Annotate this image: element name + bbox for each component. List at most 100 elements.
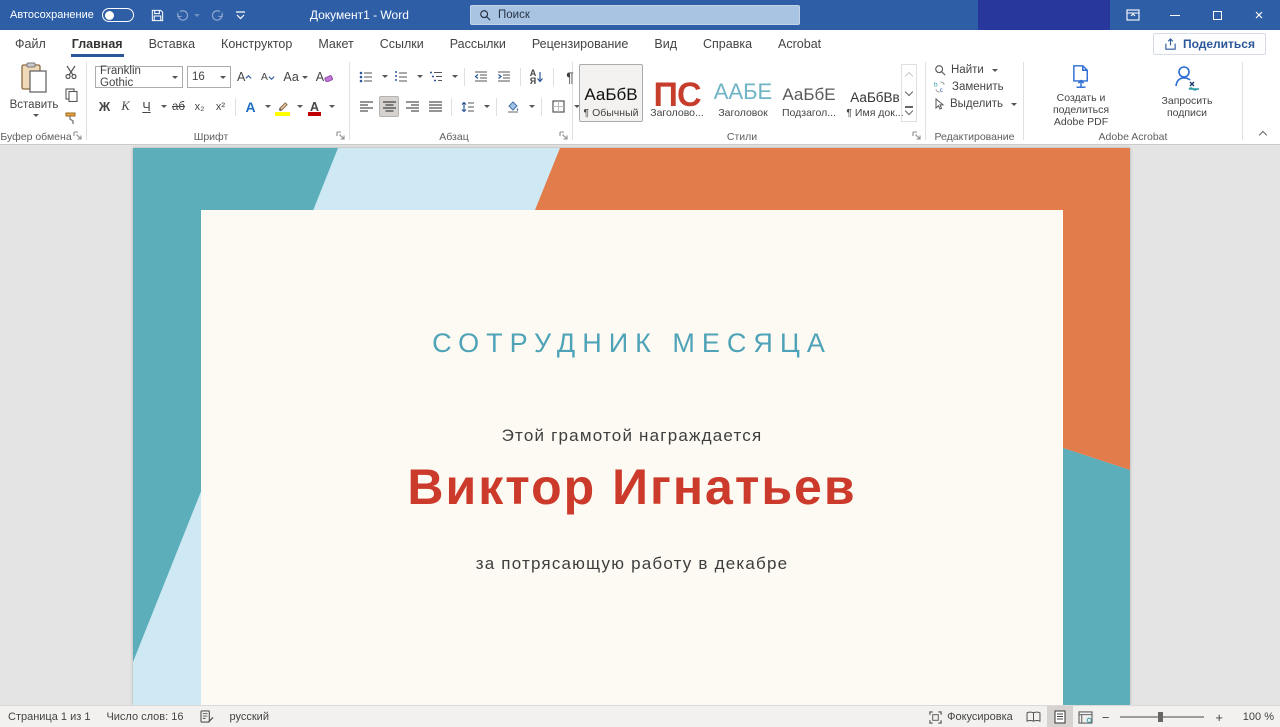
bold-button[interactable]: Ж bbox=[95, 96, 114, 117]
select-button[interactable]: Выделить bbox=[934, 98, 1017, 110]
decrease-indent-button[interactable] bbox=[471, 66, 491, 87]
zoom-in-button[interactable]: + bbox=[1212, 710, 1226, 725]
paste-button[interactable]: Вставить bbox=[8, 62, 60, 128]
multilevel-list-button[interactable] bbox=[426, 66, 446, 87]
zoom-slider[interactable] bbox=[1120, 716, 1204, 718]
proofing-button[interactable] bbox=[192, 706, 222, 727]
account-block[interactable] bbox=[978, 0, 1110, 30]
styles-more-button[interactable] bbox=[902, 102, 916, 121]
zoom-level[interactable]: 100 % bbox=[1234, 711, 1274, 723]
styles-scroll-up-button[interactable] bbox=[902, 65, 916, 84]
certificate-title[interactable]: СОТРУДНИК МЕСЯЦА bbox=[201, 328, 1063, 359]
borders-button[interactable] bbox=[548, 96, 568, 117]
request-signatures-button[interactable]: Запроситьподписи bbox=[1134, 62, 1240, 128]
highlight-button[interactable] bbox=[273, 96, 292, 117]
bullets-caret-icon[interactable] bbox=[382, 75, 388, 81]
tab-insert[interactable]: Вставка bbox=[136, 30, 208, 58]
tab-review[interactable]: Рецензирование bbox=[519, 30, 642, 58]
certificate-line1[interactable]: Этой грамотой награждается bbox=[201, 426, 1063, 446]
text-effects-button[interactable]: А bbox=[241, 96, 260, 117]
subscript-button[interactable]: х₂ bbox=[190, 96, 209, 117]
zoom-out-button[interactable]: − bbox=[1099, 710, 1113, 725]
style-heading1[interactable]: ПС Заголово... bbox=[645, 64, 709, 122]
customize-qat-button[interactable] bbox=[235, 11, 246, 20]
font-size-combo[interactable]: 16 bbox=[187, 66, 231, 88]
tab-file[interactable]: Файл bbox=[2, 30, 59, 58]
style-subtitle[interactable]: АаБбЕ Подзагол... bbox=[777, 64, 841, 122]
tab-mailings[interactable]: Рассылки bbox=[437, 30, 519, 58]
numbering-button[interactable] bbox=[391, 66, 411, 87]
clear-formatting-button[interactable]: А bbox=[314, 67, 335, 88]
font-color-button[interactable]: А bbox=[305, 96, 324, 117]
tab-layout[interactable]: Макет bbox=[305, 30, 366, 58]
focus-button[interactable]: Фокусировка bbox=[921, 706, 1021, 727]
style-heading2[interactable]: ААБЕ Заголовок bbox=[711, 64, 775, 122]
certificate-name[interactable]: Виктор Игнатьев bbox=[201, 458, 1063, 516]
align-right-button[interactable] bbox=[402, 96, 422, 117]
styles-dialog-launcher[interactable] bbox=[912, 131, 922, 141]
ribbon-display-options-button[interactable] bbox=[1112, 0, 1154, 30]
tab-acrobat[interactable]: Acrobat bbox=[765, 30, 834, 58]
cut-button[interactable] bbox=[62, 64, 80, 80]
change-case-button[interactable]: Аа bbox=[281, 67, 309, 88]
superscript-button[interactable]: х² bbox=[211, 96, 230, 117]
sort-button[interactable]: АЯ bbox=[527, 66, 547, 87]
collapse-ribbon-button[interactable] bbox=[1254, 126, 1272, 140]
multilevel-caret-icon[interactable] bbox=[452, 75, 458, 81]
minimize-button[interactable] bbox=[1154, 0, 1196, 30]
increase-indent-button[interactable] bbox=[494, 66, 514, 87]
underline-button[interactable]: Ч bbox=[137, 96, 156, 117]
numbering-caret-icon[interactable] bbox=[417, 75, 423, 81]
tab-references[interactable]: Ссылки bbox=[367, 30, 437, 58]
word-count[interactable]: Число слов: 16 bbox=[98, 706, 191, 727]
underline-caret-icon[interactable] bbox=[161, 105, 167, 111]
grow-font-button[interactable]: А bbox=[235, 67, 254, 88]
styles-scroll-down-button[interactable] bbox=[902, 84, 916, 103]
format-painter-button[interactable] bbox=[62, 110, 80, 126]
search-input[interactable] bbox=[498, 9, 758, 21]
search-bar[interactable] bbox=[470, 5, 800, 25]
document-area[interactable]: СОТРУДНИК МЕСЯЦА Этой грамотой награждае… bbox=[0, 145, 1280, 705]
text-effects-caret-icon[interactable] bbox=[265, 105, 271, 111]
share-button[interactable]: Поделиться bbox=[1153, 33, 1266, 55]
save-button[interactable] bbox=[150, 8, 165, 23]
maximize-button[interactable] bbox=[1196, 0, 1238, 30]
line-spacing-button[interactable] bbox=[458, 96, 478, 117]
shading-button[interactable] bbox=[503, 96, 523, 117]
replace-button[interactable]: bc Заменить bbox=[934, 81, 1017, 93]
certificate-line2[interactable]: за потрясающую работу в декабре bbox=[201, 554, 1063, 574]
copy-button[interactable] bbox=[62, 87, 80, 103]
bullets-button[interactable] bbox=[356, 66, 376, 87]
close-button[interactable]: × bbox=[1238, 0, 1280, 30]
shading-caret-icon[interactable] bbox=[529, 105, 535, 111]
font-dialog-launcher[interactable] bbox=[336, 131, 346, 141]
line-spacing-caret-icon[interactable] bbox=[484, 105, 490, 111]
language-button[interactable]: русский bbox=[222, 706, 277, 727]
tab-help[interactable]: Справка bbox=[690, 30, 765, 58]
undo-button[interactable] bbox=[175, 8, 190, 23]
find-button[interactable]: Найти bbox=[934, 64, 1017, 76]
italic-button[interactable]: К bbox=[116, 96, 135, 117]
paragraph-dialog-launcher[interactable] bbox=[559, 131, 569, 141]
document-page[interactable]: СОТРУДНИК МЕСЯЦА Этой грамотой награждае… bbox=[133, 148, 1130, 705]
justify-button[interactable] bbox=[425, 96, 445, 117]
print-layout-button[interactable] bbox=[1047, 706, 1073, 727]
font-name-combo[interactable]: Franklin Gothic bbox=[95, 66, 183, 88]
tab-design[interactable]: Конструктор bbox=[208, 30, 305, 58]
create-pdf-button[interactable]: Создать и поделитьсяAdobe PDF bbox=[1028, 62, 1134, 128]
highlight-caret-icon[interactable] bbox=[297, 105, 303, 111]
shrink-font-button[interactable]: А bbox=[258, 67, 277, 88]
clipboard-dialog-launcher[interactable] bbox=[73, 131, 83, 141]
redo-button[interactable] bbox=[210, 8, 225, 23]
zoom-slider-handle[interactable] bbox=[1158, 712, 1163, 722]
style-normal[interactable]: АаБбВ ¶ Обычный bbox=[579, 64, 643, 122]
undo-caret-icon[interactable] bbox=[194, 14, 200, 20]
read-mode-button[interactable] bbox=[1021, 706, 1047, 727]
strikethrough-button[interactable]: аб bbox=[169, 96, 188, 117]
align-left-button[interactable] bbox=[356, 96, 376, 117]
align-center-button[interactable] bbox=[379, 96, 399, 117]
font-color-caret-icon[interactable] bbox=[329, 105, 335, 111]
tab-home[interactable]: Главная bbox=[59, 30, 136, 58]
tab-view[interactable]: Вид bbox=[641, 30, 690, 58]
autosave-toggle[interactable] bbox=[102, 8, 134, 22]
